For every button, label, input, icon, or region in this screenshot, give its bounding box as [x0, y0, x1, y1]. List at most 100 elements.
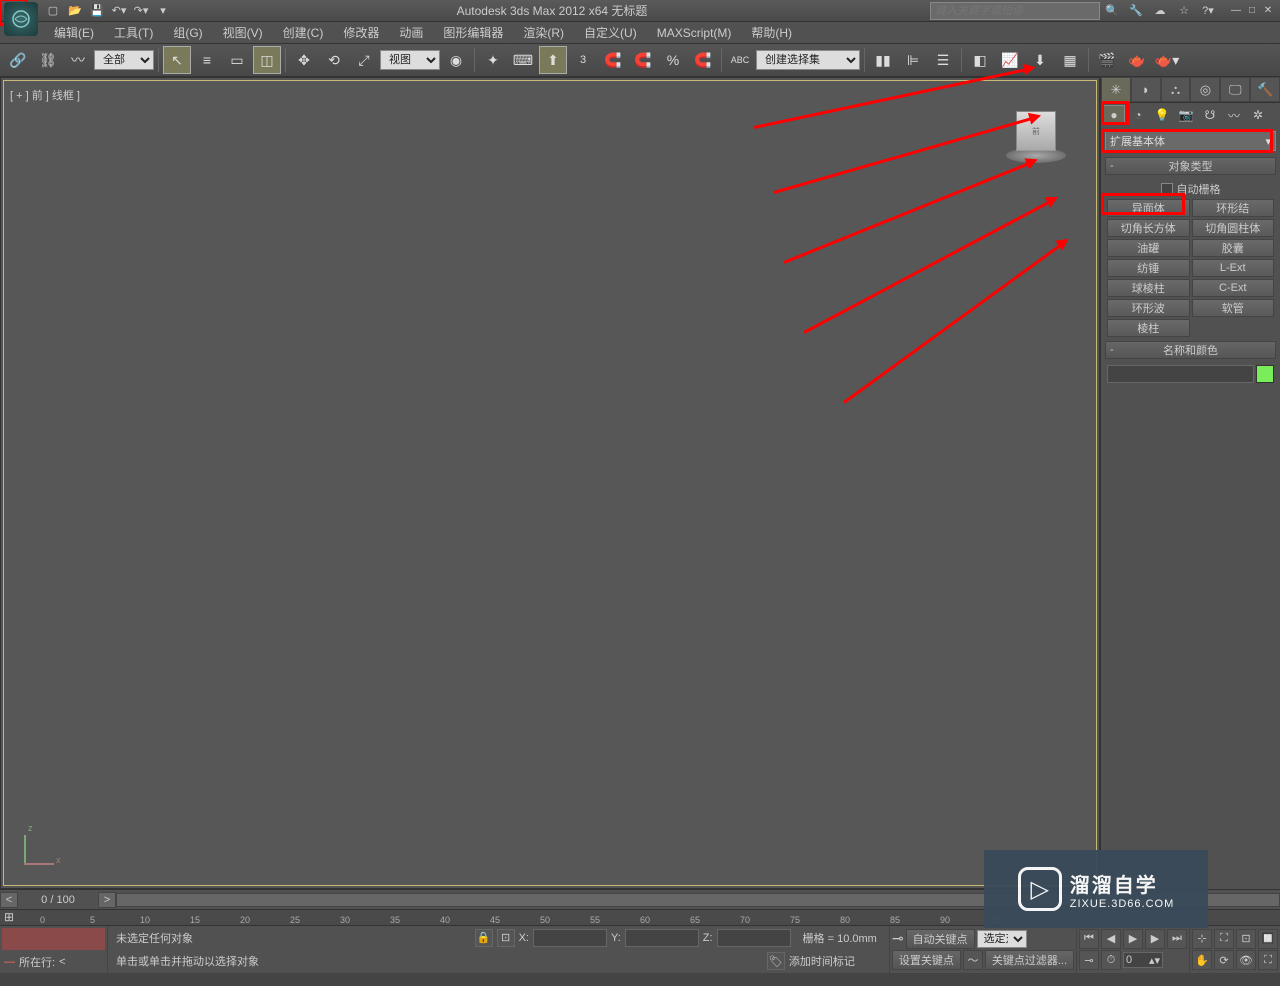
- bind-space-warp-icon[interactable]: 〰: [64, 46, 92, 74]
- link-icon[interactable]: 🔧: [1126, 2, 1146, 20]
- snap-options-icon[interactable]: 🧲: [689, 46, 717, 74]
- redo-icon[interactable]: ↷▾: [132, 3, 150, 19]
- modify-tab-icon[interactable]: ◗: [1131, 77, 1161, 102]
- scale-icon[interactable]: ⤢: [350, 46, 378, 74]
- menu-rendering[interactable]: 渲染(R): [513, 21, 574, 44]
- spacewarps-subtab-icon[interactable]: 〰: [1223, 105, 1245, 125]
- menu-customize[interactable]: 自定义(U): [574, 21, 647, 44]
- key-filters-button[interactable]: 关键点过滤器...: [985, 950, 1074, 970]
- unlink-tool-icon[interactable]: ⛓: [34, 46, 62, 74]
- utilities-tab-icon[interactable]: 🔨: [1250, 77, 1280, 102]
- gengon-button[interactable]: 球棱柱: [1107, 279, 1190, 297]
- trackbar-icon[interactable]: ⊞: [4, 910, 28, 924]
- ref-coord-dropdown[interactable]: 视图: [380, 50, 440, 70]
- capsule-button[interactable]: 胶囊: [1192, 239, 1275, 257]
- object-name-input[interactable]: [1107, 365, 1254, 383]
- undo-icon[interactable]: ↶▾: [110, 3, 128, 19]
- menu-animation[interactable]: 动画: [389, 21, 433, 44]
- minimize-button[interactable]: —: [1229, 4, 1243, 18]
- viewport-front[interactable]: [ + ] 前 ] 线框 ] z x 前: [3, 80, 1097, 886]
- lock-selection-icon[interactable]: 🔒: [475, 929, 493, 947]
- time-tag-icon[interactable]: 🏷: [767, 952, 785, 970]
- object-category-dropdown[interactable]: 扩展基本体 ▾: [1105, 131, 1276, 151]
- key-target-dropdown[interactable]: 选定对: [977, 930, 1027, 948]
- menu-tools[interactable]: 工具(T): [104, 21, 163, 44]
- hedra-button[interactable]: 异面体: [1107, 199, 1190, 217]
- prism-button[interactable]: 棱柱: [1107, 319, 1190, 337]
- create-tab-icon[interactable]: ✳: [1101, 77, 1131, 102]
- goto-end-icon[interactable]: ⏭: [1167, 929, 1187, 949]
- rect-select-region-icon[interactable]: ▭: [223, 46, 251, 74]
- save-file-icon[interactable]: 💾: [88, 3, 106, 19]
- percent-snap-icon[interactable]: 🧲: [599, 46, 627, 74]
- pan-icon[interactable]: ✋: [1192, 950, 1212, 970]
- motion-tab-icon[interactable]: ◎: [1190, 77, 1220, 102]
- manipulate-icon[interactable]: ✦: [479, 46, 507, 74]
- time-config-icon[interactable]: ⏱: [1101, 950, 1121, 970]
- hose-button[interactable]: 软管: [1192, 299, 1275, 317]
- material-editor-icon[interactable]: ▦: [1056, 46, 1084, 74]
- app-icon[interactable]: [4, 2, 38, 36]
- fov-icon[interactable]: 👁: [1236, 950, 1256, 970]
- key-tangent-icon[interactable]: 〜: [963, 950, 983, 970]
- x-coord-input[interactable]: [533, 929, 607, 947]
- more-icon[interactable]: ▾: [154, 3, 172, 19]
- ringwave-button[interactable]: 环形波: [1107, 299, 1190, 317]
- rotate-icon[interactable]: ⟲: [320, 46, 348, 74]
- frame-spinner[interactable]: 0▴▾: [1123, 952, 1163, 968]
- menu-create[interactable]: 创建(C): [273, 21, 334, 44]
- maximize-button[interactable]: □: [1245, 4, 1259, 18]
- key-mode-icon[interactable]: ⊸: [1079, 950, 1099, 970]
- graphite-tools-icon[interactable]: ◧: [966, 46, 994, 74]
- display-tab-icon[interactable]: 🖵: [1220, 77, 1250, 102]
- layers-icon[interactable]: ☰: [929, 46, 957, 74]
- keyboard-shortcut-icon[interactable]: ⌨: [509, 46, 537, 74]
- lext-button[interactable]: L-Ext: [1192, 259, 1275, 277]
- close-button[interactable]: ✕: [1261, 4, 1275, 18]
- autogrid-checkbox[interactable]: [1161, 183, 1173, 195]
- selection-filter-dropdown[interactable]: 全部: [94, 50, 154, 70]
- select-object-icon[interactable]: ↖: [163, 46, 191, 74]
- chamferbox-button[interactable]: 切角长方体: [1107, 219, 1190, 237]
- snap-toggle-icon[interactable]: ⬆: [539, 46, 567, 74]
- favorite-icon[interactable]: ☆: [1174, 2, 1194, 20]
- auto-key-button[interactable]: 自动关键点: [906, 929, 975, 949]
- menu-edit[interactable]: 编辑(E): [44, 21, 104, 44]
- render-icon[interactable]: 🫖▾: [1153, 46, 1181, 74]
- hierarchy-tab-icon[interactable]: ⛬: [1161, 77, 1191, 102]
- cext-button[interactable]: C-Ext: [1192, 279, 1275, 297]
- window-crossing-icon[interactable]: ◫: [253, 46, 281, 74]
- z-coord-input[interactable]: [717, 929, 791, 947]
- prev-frame-icon[interactable]: ◀: [1101, 929, 1121, 949]
- menu-group[interactable]: 组(G): [163, 21, 212, 44]
- spinner-snap-icon[interactable]: 🧲: [629, 46, 657, 74]
- object-color-swatch[interactable]: [1256, 365, 1274, 383]
- render-frame-icon[interactable]: 🫖: [1123, 46, 1151, 74]
- play-icon[interactable]: ▶: [1123, 929, 1143, 949]
- angle-snap-icon[interactable]: 3: [569, 46, 597, 74]
- link-tool-icon[interactable]: 🔗: [4, 46, 32, 74]
- open-file-icon[interactable]: 📂: [66, 3, 84, 19]
- maxscript-mini-listener[interactable]: [2, 928, 105, 950]
- oiltank-button[interactable]: 油罐: [1107, 239, 1190, 257]
- menu-views[interactable]: 视图(V): [213, 21, 273, 44]
- prev-frame-button[interactable]: <: [0, 892, 18, 908]
- exchange-icon[interactable]: ☁: [1150, 2, 1170, 20]
- mirror-icon[interactable]: ▮▮: [869, 46, 897, 74]
- pivot-center-icon[interactable]: ◉: [442, 46, 470, 74]
- menu-modifiers[interactable]: 修改器: [333, 21, 389, 44]
- shapes-subtab-icon[interactable]: ◔: [1127, 105, 1149, 125]
- systems-subtab-icon[interactable]: ✲: [1247, 105, 1269, 125]
- zoom-all-icon[interactable]: ⊡: [1236, 929, 1256, 949]
- chamfercyl-button[interactable]: 切角圆柱体: [1192, 219, 1275, 237]
- render-setup-icon[interactable]: 🎬: [1093, 46, 1121, 74]
- percent-icon[interactable]: %: [659, 46, 687, 74]
- select-by-name-icon[interactable]: ≡: [193, 46, 221, 74]
- edit-named-sel-icon[interactable]: ABC: [726, 46, 754, 74]
- menu-maxscript[interactable]: MAXScript(M): [647, 23, 742, 43]
- new-file-icon[interactable]: ▢: [44, 3, 62, 19]
- help-icon[interactable]: ?▾: [1198, 2, 1218, 20]
- named-selection-dropdown[interactable]: 创建选择集: [756, 50, 860, 70]
- set-key-button[interactable]: 设置关键点: [892, 950, 961, 970]
- isolate-icon[interactable]: ⊡: [497, 929, 515, 947]
